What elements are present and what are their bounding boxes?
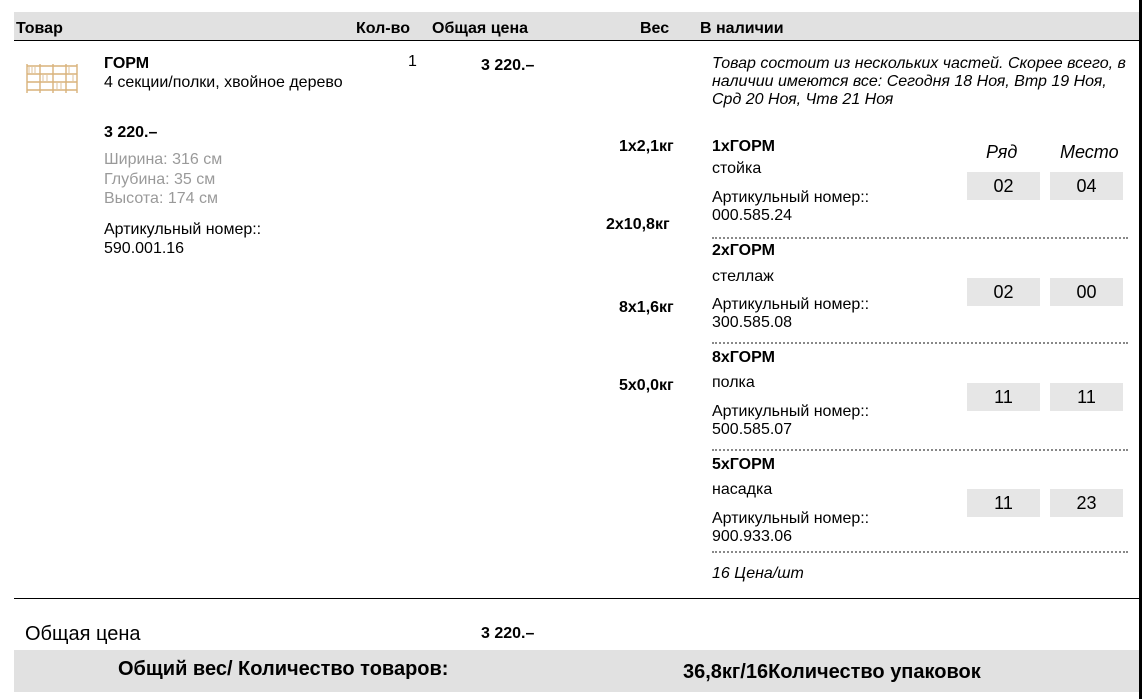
- shelving-image: [26, 64, 78, 93]
- price-per-unit: 16 Цена/шт: [712, 565, 804, 582]
- product-width: Ширина: 316 см: [104, 151, 223, 168]
- part-title: 8xГОРМ: [712, 349, 775, 366]
- part-row-cell: 02: [967, 278, 1040, 306]
- product-depth: Глубина: 35 см: [104, 171, 216, 188]
- part-title: 5xГОРМ: [712, 456, 775, 473]
- header-weight: Вес: [640, 20, 670, 37]
- part-article-number: 000.585.24: [712, 207, 793, 224]
- part-type: полка: [712, 374, 755, 391]
- availability-note: Товар состоит из нескольких частей. Скор…: [712, 55, 1126, 108]
- part-article-number: 300.585.08: [712, 314, 793, 331]
- header-product: Товар: [16, 20, 63, 37]
- part-article-label: Артикульный номер::: [712, 189, 870, 206]
- part-type: насадка: [712, 481, 773, 498]
- part-type: стойка: [712, 160, 762, 177]
- product-article-number: 590.001.16: [104, 240, 185, 257]
- part-article-label: Артикульный номер::: [712, 510, 870, 527]
- divider: [712, 342, 1128, 344]
- product-description: 4 секции/полки, хвойное дерево: [104, 74, 343, 91]
- header-qty: Кол-во: [356, 20, 411, 37]
- part-place-cell: 00: [1050, 278, 1123, 306]
- footer-weight-label: Общий вес/ Количество товаров:: [118, 658, 449, 680]
- part-article-number: 900.933.06: [712, 528, 793, 545]
- row-column-header: Ряд: [986, 142, 1018, 162]
- part-weight: 5x0,0кг: [619, 377, 674, 394]
- product-total-price: 3 220.–: [481, 57, 535, 74]
- part-title: 2xГОРМ: [712, 242, 775, 259]
- part-article-label: Артикульный номер::: [712, 296, 870, 313]
- footer-rule: [14, 598, 1142, 599]
- part-article-number: 500.585.07: [712, 421, 793, 438]
- part-type: стеллаж: [712, 268, 774, 285]
- part-place-cell: 23: [1050, 489, 1123, 517]
- divider: [712, 237, 1128, 239]
- part-row-cell: 11: [967, 489, 1040, 517]
- product-qty: 1: [408, 53, 417, 70]
- place-column-header: Место: [1060, 142, 1119, 162]
- part-row-cell: 11: [967, 383, 1040, 411]
- part-article-label: Артикульный номер::: [712, 403, 870, 420]
- divider: [712, 551, 1128, 553]
- part-title: 1xГОРМ: [712, 138, 775, 155]
- part-weight: 8x1,6кг: [619, 299, 674, 316]
- footer-total-label: Общая цена: [25, 623, 141, 645]
- header-availability: В наличии: [700, 20, 784, 37]
- table-header: [14, 12, 1142, 41]
- footer-weight-value: 36,8кг/16Количество упаковок: [683, 661, 981, 683]
- product-article-label: Артикульный номер::: [104, 221, 262, 238]
- divider: [712, 449, 1128, 451]
- part-weight: 1x2,1кг: [619, 138, 674, 155]
- footer-total-value: 3 220.–: [481, 625, 535, 642]
- part-row-cell: 02: [967, 172, 1040, 200]
- product-name: ГОРМ: [104, 55, 150, 72]
- product-price: 3 220.–: [104, 124, 158, 141]
- header-total-price: Общая цена: [432, 20, 528, 37]
- part-place-cell: 11: [1050, 383, 1123, 411]
- part-place-cell: 04: [1050, 172, 1123, 200]
- product-height: Высота: 174 см: [104, 190, 218, 207]
- part-weight: 2x10,8кг: [606, 216, 670, 233]
